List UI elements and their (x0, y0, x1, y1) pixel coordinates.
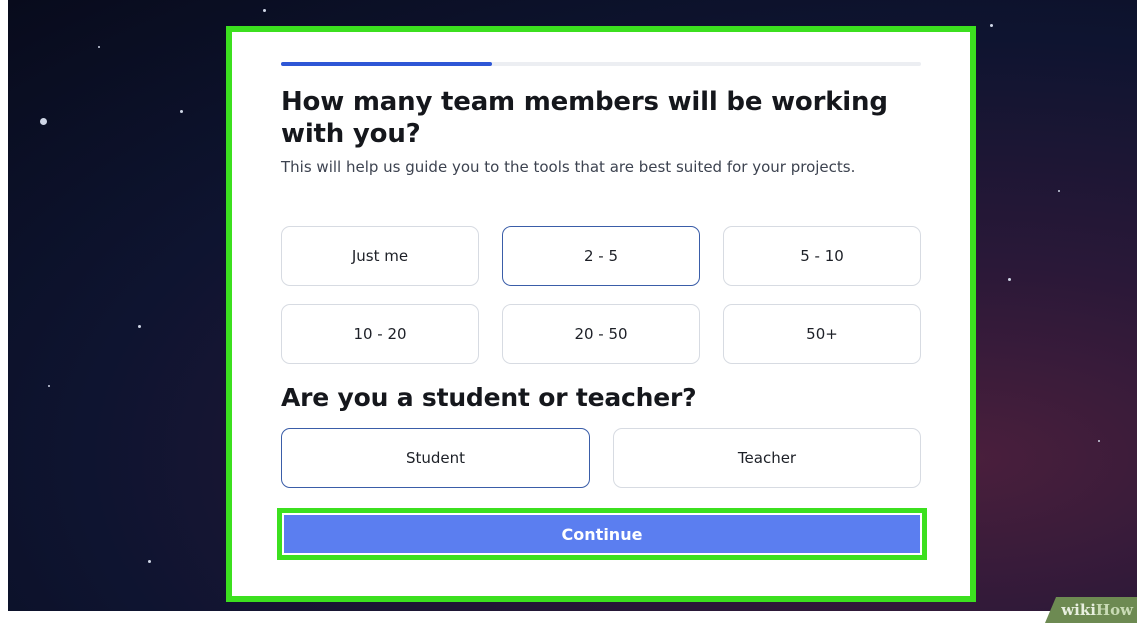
option-label: Teacher (737, 449, 797, 467)
watermark-how-text: How (1095, 601, 1133, 619)
team-size-option-10-20[interactable]: 10 - 20 (281, 304, 479, 364)
star-decoration (48, 385, 50, 387)
team-size-option-5-10[interactable]: 5 - 10 (723, 226, 921, 286)
star-decoration (98, 46, 100, 48)
star-decoration (1008, 278, 1011, 281)
role-option-teacher[interactable]: Teacher (613, 428, 921, 488)
progress-bar-fill (281, 62, 493, 66)
watermark-wiki-text: wiki (1061, 601, 1096, 619)
continue-highlight: Continue (277, 508, 927, 560)
role-question-title: Are you a student or teacher? (281, 383, 697, 412)
team-size-question-subtitle: This will help us guide you to the tools… (281, 158, 856, 176)
option-label: Student (405, 449, 466, 467)
continue-button[interactable]: Continue (284, 515, 920, 553)
star-decoration (148, 560, 151, 563)
wikihow-watermark: wiki How (1045, 597, 1137, 623)
team-size-option-just-me[interactable]: Just me (281, 226, 479, 286)
option-label: 50+ (806, 325, 838, 343)
team-size-question-title: How many team members will be working wi… (281, 87, 888, 149)
option-label: 2 - 5 (583, 247, 619, 265)
star-decoration (1098, 440, 1100, 442)
progress-bar (281, 62, 921, 66)
onboarding-card: How many team members will be working wi… (226, 26, 976, 602)
option-label: 5 - 10 (800, 247, 844, 265)
option-label: 20 - 50 (574, 325, 628, 343)
team-size-option-20-50[interactable]: 20 - 50 (502, 304, 700, 364)
role-option-student[interactable]: Student (281, 428, 590, 488)
star-decoration (263, 9, 266, 12)
star-decoration (1058, 190, 1060, 192)
star-decoration (180, 110, 183, 113)
option-label: Just me (351, 247, 409, 265)
option-label: 10 - 20 (353, 325, 407, 343)
background-space: How many team members will be working wi… (8, 0, 1137, 611)
team-size-option-2-5[interactable]: 2 - 5 (502, 226, 700, 286)
star-decoration (40, 118, 47, 125)
team-size-option-50-plus[interactable]: 50+ (723, 304, 921, 364)
star-decoration (990, 24, 993, 27)
star-decoration (138, 325, 141, 328)
